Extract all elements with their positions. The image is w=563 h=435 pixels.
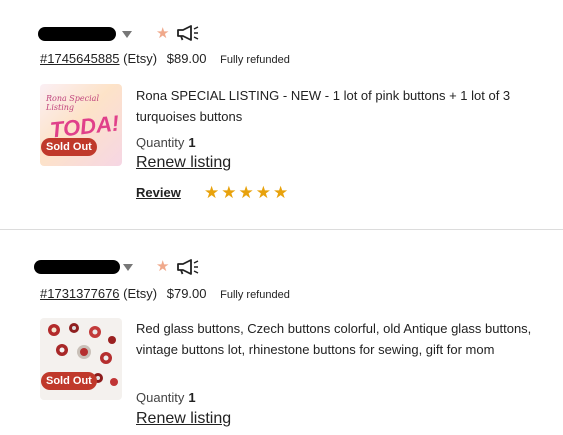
buyer-name-redacted <box>34 260 120 274</box>
order-number-link[interactable]: #1731377676 <box>40 286 120 301</box>
quantity-row: Quantity 1 <box>136 135 196 151</box>
quantity-value: 1 <box>188 390 196 405</box>
quantity-row: Quantity 1 <box>136 390 196 406</box>
order-meta: #1745645885 (Etsy) $89.00 Fully refunded <box>40 51 290 68</box>
order-meta: #1731377676 (Etsy) $79.00 Fully refunded <box>40 286 290 303</box>
renew-listing-link[interactable]: Renew listing <box>136 409 231 429</box>
order-source: (Etsy) <box>123 286 158 301</box>
sold-out-badge: Sold Out <box>41 372 97 390</box>
rating-stars: ★★★★★ <box>204 183 291 202</box>
star-icon[interactable]: ★ <box>156 259 169 274</box>
order-source: (Etsy) <box>123 51 158 66</box>
chevron-down-icon[interactable] <box>122 31 132 38</box>
listing-thumbnail[interactable]: Rona Special Listing TODA! Sold Out <box>40 84 122 166</box>
quantity-label: Quantity <box>136 390 185 405</box>
order-price: $89.00 <box>166 51 207 66</box>
sold-out-badge: Sold Out <box>41 138 97 156</box>
renew-listing-link[interactable]: Renew listing <box>136 153 231 173</box>
megaphone-icon[interactable] <box>176 258 200 276</box>
megaphone-icon[interactable] <box>176 24 200 42</box>
quantity-value: 1 <box>188 135 196 150</box>
order-number-link[interactable]: #1745645885 <box>40 51 120 66</box>
refund-status: Fully refunded <box>220 54 290 66</box>
quantity-label: Quantity <box>136 135 185 150</box>
order-card: ★ #1745645885 (Etsy) $89.00 Fully refund… <box>0 0 563 229</box>
order-card: ★ #1731377676 (Etsy) $79.00 Fully refund… <box>0 231 563 435</box>
refund-status: Fully refunded <box>220 289 290 301</box>
listing-thumbnail[interactable]: Sold Out <box>40 318 122 400</box>
thumbnail-script-text: Rona Special Listing <box>46 94 100 112</box>
buyer-name-redacted <box>38 27 116 41</box>
listing-title[interactable]: Rona SPECIAL LISTING - NEW - 1 lot of pi… <box>136 85 546 127</box>
chevron-down-icon[interactable] <box>123 264 133 271</box>
star-icon[interactable]: ★ <box>156 26 169 41</box>
listing-title[interactable]: Red glass buttons, Czech buttons colorfu… <box>136 318 546 360</box>
order-divider <box>0 229 563 230</box>
order-price: $79.00 <box>166 286 207 301</box>
review-link[interactable]: Review <box>136 185 181 201</box>
